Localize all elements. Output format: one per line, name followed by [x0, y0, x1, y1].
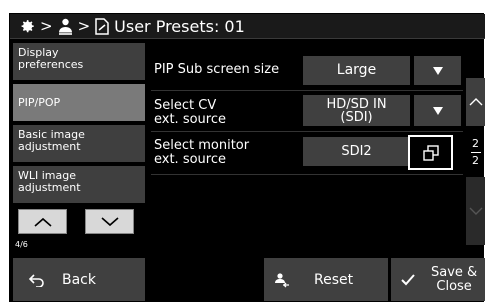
fraction-bar	[470, 151, 481, 153]
chevron-down-icon	[469, 207, 482, 215]
chevron-up-icon	[469, 98, 482, 106]
user-icon	[58, 18, 73, 35]
value-text: (SDI)	[340, 109, 373, 125]
menu-item-label: preferences	[18, 58, 84, 71]
menu-up-button[interactable]	[18, 209, 67, 234]
value-text: HD/SD IN	[326, 96, 387, 112]
chevron-down-icon	[100, 216, 119, 226]
triangle-down-icon	[432, 66, 443, 75]
menu-item-wli-image-adjustment[interactable]: WLI image adjustment	[13, 166, 145, 203]
label-text: ext. source	[154, 112, 226, 127]
menu-item-label: PIP/POP	[18, 95, 61, 109]
label-text: ext. source	[154, 152, 226, 167]
label-text: Select monitor	[154, 138, 250, 153]
menu-item-basic-image-adjustment[interactable]: Basic image adjustment	[13, 125, 145, 162]
close-label: Close	[436, 278, 472, 294]
breadcrumb-separator: >	[40, 17, 53, 35]
header-bar: > > User Presets: 01	[10, 14, 485, 39]
preset-screen: > > User Presets: 01 Display preferences…	[9, 13, 485, 303]
popup-window-icon	[422, 144, 439, 161]
select-cv-ext-source-dropdown[interactable]	[414, 95, 461, 126]
checkmark-icon	[401, 273, 415, 285]
footer-bar: Back Reset Save & Close	[10, 258, 485, 303]
scroll-page-indicator: 2 2	[466, 132, 485, 172]
divider	[151, 174, 463, 175]
select-cv-ext-source-label: Select CV ext. source	[154, 99, 226, 127]
select-cv-ext-source-value[interactable]: HD/SD IN (SDI)	[303, 95, 410, 126]
pip-sub-screen-size-label: PIP Sub screen size	[154, 63, 279, 77]
back-label: Back	[62, 271, 96, 288]
scroll-current-page: 2	[472, 136, 479, 150]
scroll-down-button[interactable]	[466, 177, 485, 245]
menu-item-label: adjustment	[18, 181, 81, 194]
scroll-total-pages: 2	[472, 153, 479, 167]
menu-page-indicator: 4/6	[15, 240, 28, 249]
reset-label: Reset	[314, 271, 354, 288]
label-text: PIP Sub screen size	[154, 62, 280, 77]
select-monitor-ext-source-value[interactable]: SDI2	[303, 137, 410, 166]
back-button[interactable]: Back	[13, 258, 145, 301]
divider	[151, 131, 463, 132]
return-arrow-icon	[28, 273, 44, 287]
menu-item-display-preferences[interactable]: Display preferences	[13, 43, 145, 80]
menu-item-pip-pop[interactable]: PIP/POP	[13, 84, 145, 121]
monitor-source-popup-button[interactable]	[408, 135, 453, 170]
chevron-up-icon	[33, 217, 52, 227]
pip-sub-screen-size-value[interactable]: Large	[303, 56, 410, 85]
menu-nav: 4/6	[13, 206, 145, 250]
triangle-down-icon	[432, 106, 443, 115]
reset-button[interactable]: Reset	[264, 258, 388, 301]
select-monitor-ext-source-label: Select monitor ext. source	[154, 139, 249, 167]
gear-icon	[18, 18, 35, 35]
breadcrumb-separator: >	[77, 17, 91, 35]
menu-item-label: adjustment	[18, 140, 81, 153]
pip-sub-screen-size-dropdown[interactable]	[414, 56, 461, 85]
preset-doc-icon	[95, 17, 110, 35]
menu-down-button[interactable]	[85, 209, 134, 234]
divider	[151, 90, 463, 91]
page-title: User Presets: 01	[114, 16, 245, 36]
save-label: Save &	[431, 264, 478, 280]
scroll-up-button[interactable]	[466, 78, 485, 126]
label-text: Select CV	[154, 98, 217, 113]
save-and-close-button[interactable]: Save & Close	[391, 258, 485, 301]
user-reset-icon	[275, 272, 289, 287]
